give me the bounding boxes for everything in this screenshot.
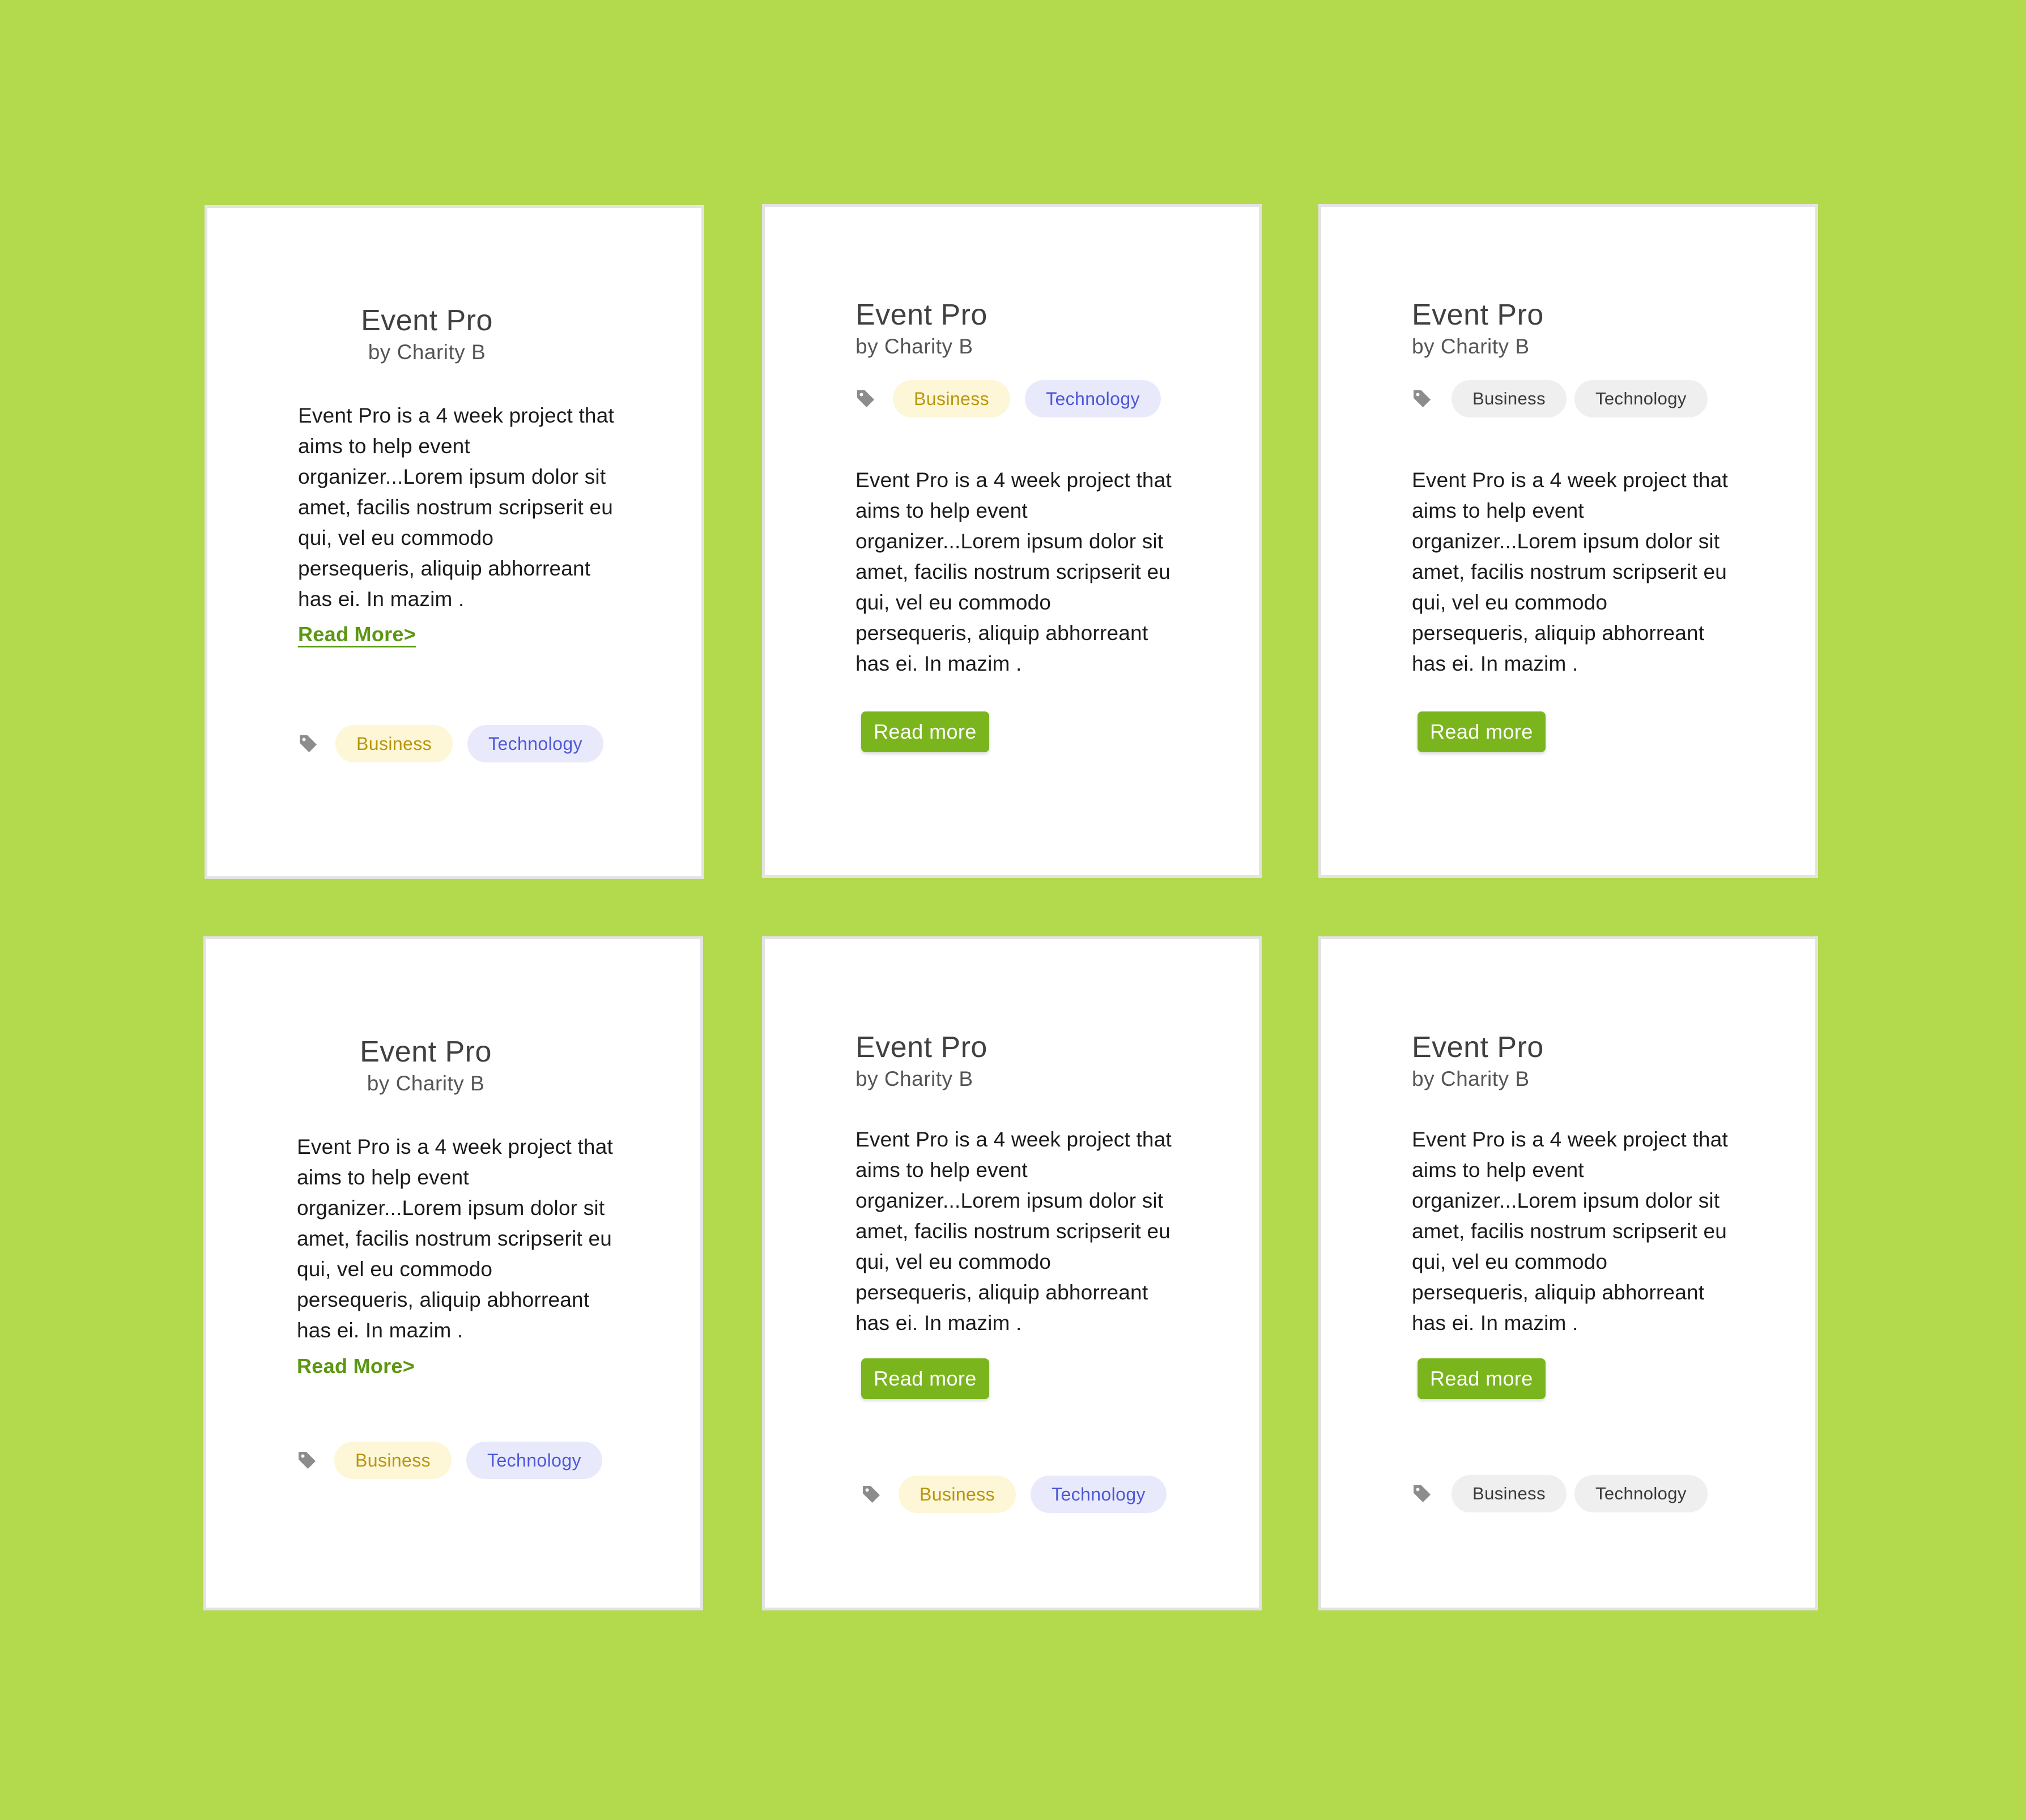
tag-technology[interactable]: Technology (1574, 1475, 1708, 1512)
read-more-button[interactable]: Read more (1418, 1358, 1546, 1399)
card-header: Event Pro by Charity B (1412, 1030, 1735, 1093)
card-title: Event Pro (855, 1031, 988, 1064)
tag-list: Business Technology (298, 725, 621, 762)
card-header: Event Pro by Charity B (298, 303, 556, 366)
read-more-link[interactable]: Read More> (298, 623, 416, 647)
card-author: by Charity B (368, 340, 486, 364)
card-title: Event Pro (1412, 1031, 1544, 1064)
card-author: by Charity B (1412, 335, 1530, 358)
read-more-link[interactable]: Read More> (297, 1354, 415, 1378)
card-description: Event Pro is a 4 week project that aims … (298, 404, 614, 611)
card-description: Event Pro is a 4 week project that aims … (855, 468, 1172, 675)
read-more-button[interactable]: Read more (861, 1358, 989, 1399)
card-header: Event Pro by Charity B (1412, 297, 1735, 361)
tag-business[interactable]: Business (899, 1476, 1016, 1513)
card-title: Event Pro (1412, 299, 1544, 331)
tag-icon (855, 389, 876, 409)
tag-list: Business Technology (297, 1442, 620, 1479)
card-description: Event Pro is a 4 week project that aims … (297, 1135, 613, 1342)
event-card: Event Pro by Charity B Business Technolo… (1318, 204, 1818, 878)
tag-list: Business Technology (1412, 1475, 1735, 1512)
tag-business[interactable]: Business (1452, 1475, 1567, 1512)
card-header: Event Pro by Charity B (297, 1034, 555, 1098)
tag-technology[interactable]: Technology (467, 725, 603, 762)
tag-technology[interactable]: Technology (1031, 1476, 1167, 1513)
card-author: by Charity B (855, 335, 973, 358)
tag-icon (297, 1450, 317, 1471)
card-header: Event Pro by Charity B (855, 1030, 1178, 1093)
tag-icon (1412, 1484, 1432, 1504)
event-card: Event Pro by Charity B Event Pro is a 4 … (203, 936, 703, 1610)
event-card: Event Pro by Charity B Business Technolo… (762, 204, 1262, 878)
tag-business[interactable]: Business (893, 380, 1011, 417)
event-card: Event Pro by Charity B Event Pro is a 4 … (762, 936, 1262, 1610)
card-description: Event Pro is a 4 week project that aims … (1412, 468, 1728, 675)
tag-icon (1412, 389, 1432, 409)
tag-technology[interactable]: Technology (1025, 380, 1161, 417)
card-author: by Charity B (367, 1072, 485, 1095)
event-card: Event Pro by Charity B Event Pro is a 4 … (1318, 936, 1818, 1610)
card-title: Event Pro (361, 304, 493, 337)
tag-list: Business Technology (855, 380, 1178, 417)
read-more-button[interactable]: Read more (861, 711, 989, 752)
card-title: Event Pro (855, 299, 988, 331)
card-title: Event Pro (360, 1035, 492, 1068)
tag-business[interactable]: Business (335, 725, 453, 762)
card-description: Event Pro is a 4 week project that aims … (855, 1128, 1172, 1335)
tag-technology[interactable]: Technology (466, 1442, 602, 1479)
read-more-button[interactable]: Read more (1418, 711, 1546, 752)
event-card: Event Pro by Charity B Event Pro is a 4 … (205, 205, 704, 879)
tag-list: Business Technology (1412, 380, 1735, 417)
tag-icon (861, 1484, 882, 1504)
tag-business[interactable]: Business (334, 1442, 452, 1479)
card-header: Event Pro by Charity B (855, 297, 1178, 361)
tag-icon (298, 734, 318, 754)
tag-technology[interactable]: Technology (1574, 380, 1708, 417)
card-author: by Charity B (855, 1067, 973, 1090)
card-author: by Charity B (1412, 1067, 1530, 1090)
tag-business[interactable]: Business (1452, 380, 1567, 417)
tag-list: Business Technology (861, 1476, 1184, 1513)
card-description: Event Pro is a 4 week project that aims … (1412, 1128, 1728, 1335)
